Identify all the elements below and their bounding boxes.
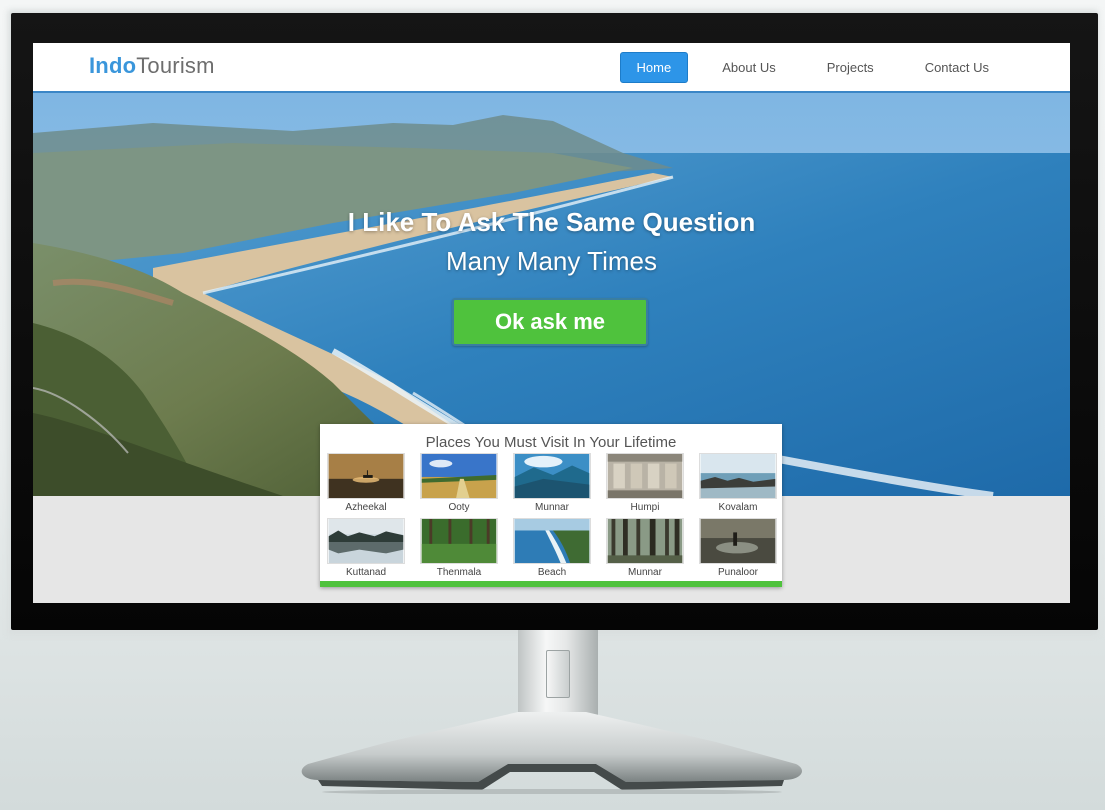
place-name: Munnar bbox=[628, 567, 662, 578]
logo-bold-text: Indo bbox=[89, 53, 137, 78]
places-card: Places You Must Visit In Your Lifetime A… bbox=[320, 424, 782, 587]
main-nav: Home About Us Projects Contact Us bbox=[603, 52, 1006, 83]
kovalam-thumbnail bbox=[699, 453, 777, 499]
place-name: Thenmala bbox=[436, 567, 482, 578]
beach-thumbnail bbox=[513, 518, 591, 564]
humpi-thumbnail bbox=[606, 453, 684, 499]
nav-home[interactable]: Home bbox=[619, 52, 689, 83]
place-card-punaloor[interactable]: Punaloor bbox=[699, 518, 777, 578]
place-card-humpi[interactable]: Humpi bbox=[606, 453, 684, 513]
place-card-azheekal[interactable]: Azheekal bbox=[327, 453, 405, 513]
place-card-kovalam[interactable]: Kovalam bbox=[699, 453, 777, 513]
nav-contact-us[interactable]: Contact Us bbox=[908, 52, 1006, 83]
place-card-thenmala[interactable]: Thenmala bbox=[420, 518, 498, 578]
place-name: Munnar bbox=[535, 502, 569, 513]
nav-projects[interactable]: Projects bbox=[810, 52, 891, 83]
monitor-stand-slot bbox=[546, 650, 570, 698]
place-name: Azheekal bbox=[345, 502, 387, 513]
site-header: IndoTourism Home About Us Projects Conta… bbox=[33, 43, 1070, 93]
munnar-trees-thumbnail bbox=[606, 518, 684, 564]
munnar-thumbnail bbox=[513, 453, 591, 499]
azheekal-thumbnail bbox=[327, 453, 405, 499]
logo-text: Tourism bbox=[136, 53, 215, 78]
place-card-ooty[interactable]: Ooty bbox=[420, 453, 498, 513]
ooty-thumbnail bbox=[420, 453, 498, 499]
place-name: Beach bbox=[537, 567, 567, 578]
place-card-munnar-2[interactable]: Munnar bbox=[606, 518, 684, 578]
place-name: Humpi bbox=[630, 502, 660, 513]
place-name: Ooty bbox=[448, 502, 470, 513]
place-card-munnar[interactable]: Munnar bbox=[513, 453, 591, 513]
places-heading: Places You Must Visit In Your Lifetime bbox=[425, 434, 677, 451]
site-logo[interactable]: IndoTourism bbox=[89, 53, 215, 79]
monitor-stand-base bbox=[301, 712, 803, 794]
thenmala-thumbnail bbox=[420, 518, 498, 564]
ask-me-button[interactable]: Ok ask me bbox=[452, 298, 648, 346]
hero-subtitle: Many Many Times bbox=[446, 246, 657, 276]
places-card-accent-bar bbox=[320, 581, 782, 587]
place-name: Punaloor bbox=[717, 567, 759, 578]
place-name: Kovalam bbox=[718, 502, 758, 513]
punaloor-thumbnail bbox=[699, 518, 777, 564]
monitor-screen: IndoTourism Home About Us Projects Conta… bbox=[33, 43, 1070, 603]
place-name: Kuttanad bbox=[345, 567, 387, 578]
hero-title: I Like To Ask The Same Question bbox=[347, 207, 756, 237]
place-card-beach[interactable]: Beach bbox=[513, 518, 591, 578]
nav-about-us[interactable]: About Us bbox=[705, 52, 792, 83]
place-card-kuttanad[interactable]: Kuttanad bbox=[327, 518, 405, 578]
kuttanad-thumbnail bbox=[327, 518, 405, 564]
